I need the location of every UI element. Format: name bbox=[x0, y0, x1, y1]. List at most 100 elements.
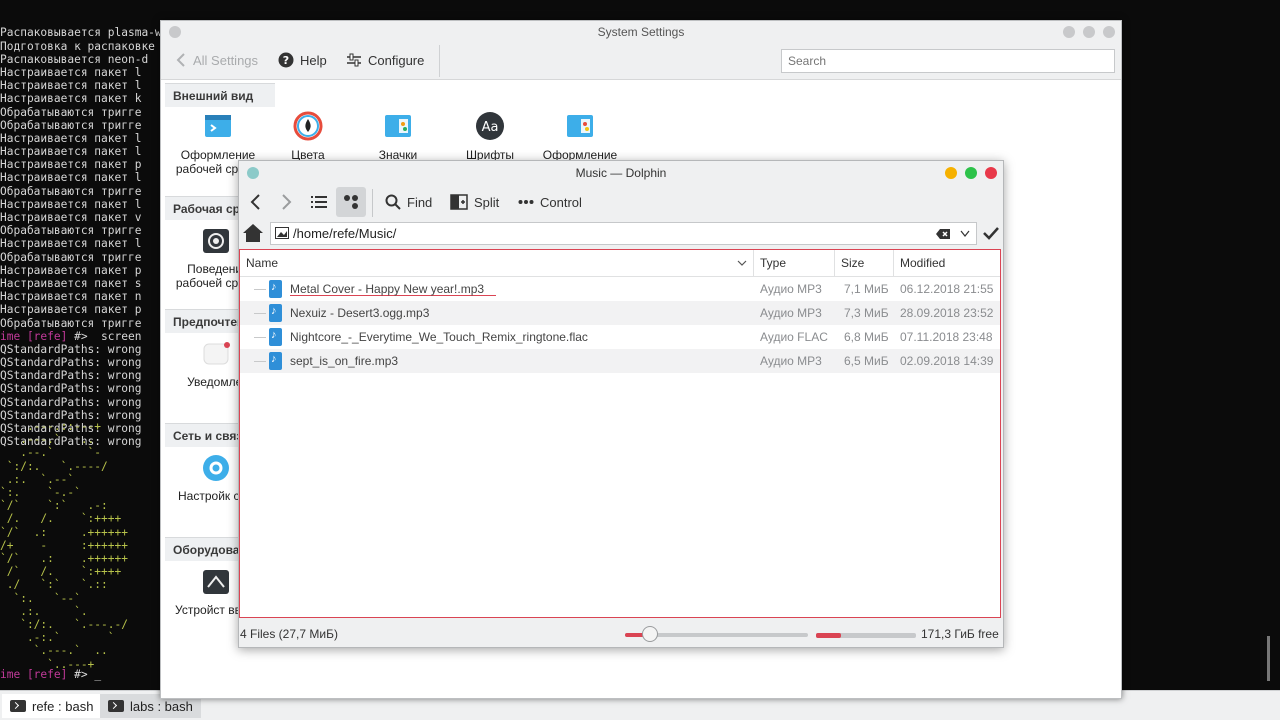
column-size[interactable]: Size bbox=[835, 250, 894, 276]
icons-icon bbox=[385, 115, 411, 137]
audio-file-icon bbox=[269, 304, 282, 322]
window-menu-icon[interactable] bbox=[247, 167, 259, 179]
terminal-icon bbox=[10, 700, 26, 712]
file-name: Metal Cover - Happy New year!.mp3 bbox=[290, 277, 497, 296]
more-icon bbox=[518, 200, 534, 204]
close-button[interactable] bbox=[985, 167, 997, 179]
window-titlebar[interactable]: System Settings bbox=[161, 21, 1121, 43]
column-modified[interactable]: Modified bbox=[894, 250, 1000, 276]
file-size: 6,8 МиБ bbox=[844, 330, 889, 344]
file-row[interactable]: sept_is_on_fire.mp3 Аудио MP3 6,5 МиБ 02… bbox=[240, 349, 1000, 373]
file-row[interactable]: Nexuiz - Desert3.ogg.mp3 Аудио MP3 7,3 М… bbox=[240, 301, 1000, 325]
file-size: 7,3 МиБ bbox=[844, 306, 889, 320]
location-path: /home/refe/Music/ bbox=[293, 226, 397, 241]
file-count-summary: 4 Files (27,7 МиБ) bbox=[240, 627, 338, 641]
settings-item-fonts[interactable]: Aa Шрифты bbox=[445, 111, 535, 162]
file-row[interactable]: Metal Cover - Happy New year!.mp3 Аудио … bbox=[240, 277, 1000, 301]
disk-space-fill bbox=[816, 633, 841, 638]
back-arrow-icon bbox=[176, 53, 185, 67]
network-settings-icon bbox=[203, 455, 229, 481]
forward-arrow-icon bbox=[282, 194, 292, 210]
configure-label: Configure bbox=[368, 52, 425, 68]
zoom-slider-handle[interactable] bbox=[642, 626, 658, 642]
column-name[interactable]: Name bbox=[240, 250, 754, 276]
column-header: Name Type Size Modified bbox=[240, 250, 1000, 277]
clear-icon[interactable] bbox=[936, 229, 950, 239]
check-icon[interactable] bbox=[983, 226, 999, 240]
file-row[interactable]: Nightcore_-_Everytime_We_Touch_Remix_rin… bbox=[240, 325, 1000, 349]
settings-item-application-style[interactable]: Оформление bbox=[535, 111, 625, 162]
sort-chevron-icon bbox=[737, 260, 747, 266]
tree-view-button[interactable] bbox=[336, 187, 366, 217]
find-button[interactable]: Find bbox=[385, 194, 432, 210]
tree-line bbox=[254, 361, 266, 362]
terminal-ascii-art: .---.::---+ .---.` .. .--.` `- `:/:. `.-… bbox=[0, 420, 128, 671]
file-size: 6,5 МиБ bbox=[844, 354, 889, 368]
column-modified-label: Modified bbox=[900, 256, 946, 270]
help-button[interactable]: ? Help bbox=[278, 52, 327, 68]
file-name: sept_is_on_fire.mp3 bbox=[290, 354, 399, 368]
all-settings-label: All Settings bbox=[193, 52, 259, 68]
control-button[interactable]: Control bbox=[518, 194, 582, 210]
settings-item-icons[interactable]: Значки bbox=[353, 111, 443, 162]
terminal-icon bbox=[108, 700, 124, 712]
file-modified: 07.11.2018 23:48 bbox=[900, 330, 993, 344]
window-menu-icon[interactable] bbox=[169, 26, 181, 38]
tree-line bbox=[254, 313, 266, 314]
file-modified: 02.09.2018 14:39 bbox=[900, 354, 994, 368]
forward-button[interactable] bbox=[279, 193, 293, 211]
svg-text:Aa: Aa bbox=[482, 120, 499, 135]
free-space-label: 171,3 ГиБ free bbox=[921, 627, 999, 641]
minimize-button[interactable] bbox=[945, 167, 957, 179]
column-size-label: Size bbox=[841, 256, 865, 270]
all-settings-button[interactable]: All Settings bbox=[175, 52, 258, 68]
terminal-tab-refe[interactable]: refe : bash bbox=[2, 694, 102, 718]
maximize-button[interactable] bbox=[1083, 26, 1095, 38]
home-icon[interactable] bbox=[242, 223, 264, 243]
close-button[interactable] bbox=[1103, 26, 1115, 38]
toolbar-divider bbox=[372, 189, 373, 217]
window-title: System Settings bbox=[597, 25, 685, 39]
window-titlebar[interactable]: Music — Dolphin bbox=[239, 161, 1003, 185]
fonts-icon: Aa bbox=[476, 112, 504, 140]
minimize-button[interactable] bbox=[1063, 26, 1075, 38]
colors-icon bbox=[293, 111, 323, 141]
search-input[interactable] bbox=[781, 49, 1115, 73]
list-view-icon bbox=[311, 196, 327, 208]
status-bar: 4 Files (27,7 МиБ) 171,3 ГиБ free bbox=[239, 621, 1003, 647]
file-name: Nightcore_-_Everytime_We_Touch_Remix_rin… bbox=[290, 330, 588, 344]
help-icon: ? bbox=[278, 52, 294, 68]
audio-file-icon bbox=[269, 328, 282, 346]
column-name-label: Name bbox=[246, 256, 279, 270]
terminal-scrollbar[interactable] bbox=[1267, 636, 1270, 681]
split-label: Split bbox=[474, 194, 500, 210]
file-type: Аудио FLAC bbox=[760, 330, 828, 344]
chevron-down-icon[interactable] bbox=[960, 230, 970, 238]
find-label: Find bbox=[407, 194, 433, 210]
category-appearance-header: Внешний вид bbox=[165, 83, 275, 107]
disk-space-bar bbox=[816, 633, 916, 638]
tab-label: labs : bash bbox=[130, 698, 193, 714]
notifications-icon bbox=[203, 342, 230, 365]
input-devices-icon bbox=[203, 570, 229, 594]
configure-button[interactable]: Configure bbox=[346, 52, 424, 68]
file-list-view[interactable]: Name Type Size Modified Metal Cover - Ha… bbox=[239, 249, 1001, 618]
back-button[interactable] bbox=[249, 193, 263, 211]
search-icon bbox=[385, 194, 401, 210]
split-view-icon bbox=[450, 194, 468, 210]
help-label: Help bbox=[300, 52, 327, 68]
location-input[interactable]: /home/refe/Music/ bbox=[270, 222, 977, 245]
tab-label: refe : bash bbox=[32, 698, 94, 714]
zoom-slider[interactable] bbox=[625, 626, 808, 642]
settings-item-colors[interactable]: Цвета bbox=[263, 111, 353, 162]
control-label: Control bbox=[540, 194, 582, 210]
split-button[interactable]: Split bbox=[450, 194, 499, 210]
audio-file-icon bbox=[269, 352, 282, 370]
column-type-label: Type bbox=[760, 256, 787, 270]
file-modified: 06.12.2018 21:55 bbox=[900, 282, 994, 296]
details-view-button[interactable] bbox=[311, 194, 327, 210]
toolbar-divider bbox=[439, 45, 440, 77]
column-type[interactable]: Type bbox=[754, 250, 835, 276]
maximize-button[interactable] bbox=[965, 167, 977, 179]
terminal-prompt: ime [refe] #> _ bbox=[0, 668, 102, 681]
